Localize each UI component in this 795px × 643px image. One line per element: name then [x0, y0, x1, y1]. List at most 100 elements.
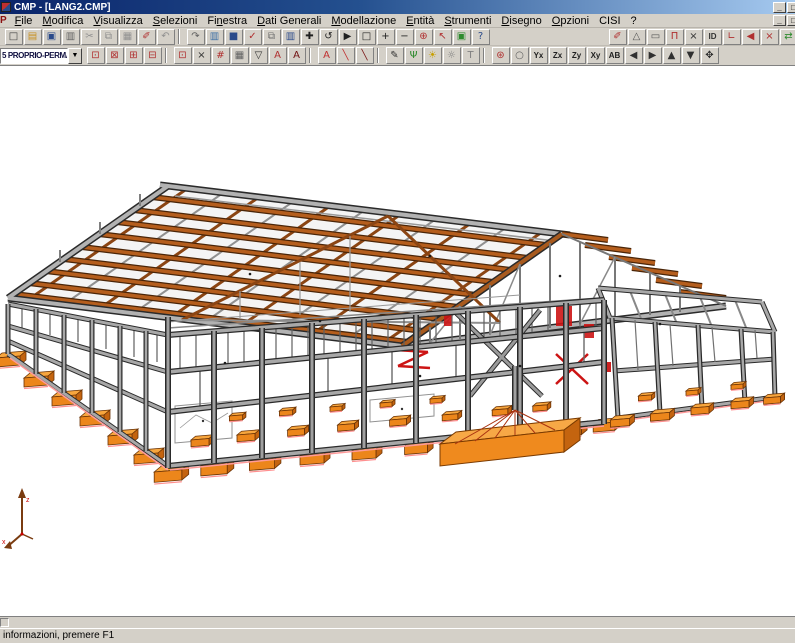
light-off-button[interactable]: ☼	[443, 47, 461, 64]
select-window-button[interactable]: ⊞	[125, 47, 143, 64]
mdi-restore-button[interactable]: □	[787, 15, 795, 26]
zoom-window-button[interactable]: ⊕	[415, 29, 433, 45]
local-axes-button[interactable]: ∟	[723, 29, 741, 45]
view-zy-button[interactable]: Zy	[568, 47, 586, 64]
select-by-filter-button[interactable]: #	[212, 47, 230, 64]
select-grid-button[interactable]: ▦	[231, 47, 249, 64]
app-icon	[1, 2, 11, 12]
window-controls: _□	[773, 2, 795, 13]
zoom-selection-button[interactable]: ⊡	[87, 47, 105, 64]
save-file-button[interactable]: ▣	[43, 29, 61, 45]
mdi-minimize-button[interactable]: _	[773, 15, 786, 26]
brace-diagonal-alt-button[interactable]: ╲	[356, 47, 374, 64]
select-labels-icon: A	[274, 50, 281, 61]
select-add-button[interactable]: ⊟	[144, 47, 162, 64]
horizontal-scrollbar[interactable]	[0, 616, 795, 628]
undo-button[interactable]: ↶	[157, 29, 175, 45]
menu-file[interactable]: File	[10, 15, 38, 27]
rotate-view-button[interactable]: ↺	[320, 29, 338, 45]
zoom-in-button[interactable]: +	[377, 29, 395, 45]
view-yx-button[interactable]: Yx	[530, 47, 548, 64]
menu-dati-generali[interactable]: Dati Generali	[252, 15, 326, 27]
scrollbar-cell[interactable]	[0, 618, 9, 627]
zoom-box-icon: ⊠	[110, 50, 118, 61]
step-up-button[interactable]: ▲	[663, 47, 681, 64]
menu-entit[interactable]: Entità	[401, 15, 439, 27]
copy-properties-button[interactable]: ⧉	[263, 29, 281, 45]
light-on-button[interactable]: ☀	[424, 47, 442, 64]
select-labels-button[interactable]: A	[269, 47, 287, 64]
delete-entity-button[interactable]: ×	[761, 29, 779, 45]
select-pointer-button[interactable]: ↖	[434, 29, 452, 45]
flip-entity-icon: ◀	[747, 31, 755, 42]
flip-entity-button[interactable]: ◀	[742, 29, 760, 45]
window-maximize-button[interactable]: □	[787, 2, 795, 13]
context-help-button[interactable]: ?	[472, 29, 490, 45]
render-solid-button[interactable]: ■	[225, 29, 243, 45]
check-model-icon: ✓	[248, 31, 256, 42]
window-minimize-button[interactable]: _	[773, 2, 786, 13]
rotate-model-button[interactable]: ⊛	[492, 47, 510, 64]
show-loads-button[interactable]: Ψ	[405, 47, 423, 64]
new-document-button[interactable]: □	[5, 29, 23, 45]
copy-button[interactable]: ⧉	[100, 29, 118, 45]
draw-pencil-button[interactable]: ✐	[609, 29, 627, 45]
format-brush-button[interactable]: ✐	[138, 29, 156, 45]
redo-button[interactable]: ↷	[187, 29, 205, 45]
print-button[interactable]: ▥	[62, 29, 80, 45]
select-labels-alt-button[interactable]: A	[288, 47, 306, 64]
menu-finestra[interactable]: Finestra	[202, 15, 252, 27]
regen-view-button[interactable]: ▣	[453, 29, 471, 45]
load-case-combo[interactable]: 5 PROPRIO-PERMANENTE ▼	[0, 48, 82, 64]
hide-text-button[interactable]: T	[462, 47, 480, 64]
menu-opzioni[interactable]: Opzioni	[547, 15, 594, 27]
view-xy-button[interactable]: Xy	[587, 47, 605, 64]
deselect-all-button[interactable]: ×	[193, 47, 211, 64]
open-folder-button[interactable]: ▤	[24, 29, 42, 45]
menu-modellazione[interactable]: Modellazione	[326, 15, 401, 27]
edit-geometry-button[interactable]: ✎	[386, 47, 404, 64]
print-preview-button[interactable]: ▥	[206, 29, 224, 45]
menu-visualizza[interactable]: Visualizza	[88, 15, 147, 27]
menu-selezioni[interactable]: Selezioni	[148, 15, 203, 27]
entity-id-button[interactable]: ID	[704, 29, 722, 45]
menu-help[interactable]: ?	[626, 15, 642, 27]
next-view-button[interactable]: ▶	[644, 47, 662, 64]
mirror-entity-button[interactable]: ⇄	[780, 29, 795, 45]
format-brush-icon: ✐	[142, 31, 150, 42]
toolbar-separator	[165, 48, 167, 63]
select-labels-alt-icon: A	[293, 50, 300, 61]
pan-hand-button[interactable]: ✥	[701, 47, 719, 64]
draw-plate-button[interactable]: Π	[666, 29, 684, 45]
pan-view-button[interactable]: ✚	[301, 29, 319, 45]
brace-diagonal-button[interactable]: ╲	[337, 47, 355, 64]
draw-truss-button[interactable]: △	[628, 29, 646, 45]
select-single-button[interactable]: ⊡	[174, 47, 192, 64]
menu-strumenti[interactable]: Strumenti	[439, 15, 496, 27]
menu-cisi[interactable]: CISI	[594, 15, 625, 27]
mdi-window-controls: _□	[773, 15, 795, 26]
split-view-button[interactable]: ▥	[282, 29, 300, 45]
view-zx-button[interactable]: Zx	[549, 47, 567, 64]
zoom-out-button[interactable]: −	[396, 29, 414, 45]
copy-icon: ⧉	[105, 31, 112, 42]
menu-disegno[interactable]: Disegno	[496, 15, 546, 27]
snap-tool-button[interactable]: ×	[685, 29, 703, 45]
zoom-extents-button[interactable]: □	[358, 29, 376, 45]
step-down-button[interactable]: ▼	[682, 47, 700, 64]
combo-dropdown-arrow-icon[interactable]: ▼	[68, 48, 82, 64]
filter-entities-button[interactable]: ▽	[250, 47, 268, 64]
view-axon-button[interactable]: AB	[606, 47, 624, 64]
draw-shell-button[interactable]: ▭	[647, 29, 665, 45]
menu-modifica[interactable]: Modifica	[37, 15, 88, 27]
model-viewport[interactable]: z x	[0, 66, 795, 616]
paste-button[interactable]: ▦	[119, 29, 137, 45]
zoom-box-button[interactable]: ⊠	[106, 47, 124, 64]
check-model-button[interactable]: ✓	[244, 29, 262, 45]
toolbar-group: ↷▥■✓⧉▥✚↺▶□+−⊕↖▣?	[185, 29, 491, 45]
previous-view-button[interactable]: ◀	[625, 47, 643, 64]
dynamic-zoom-button[interactable]: ▶	[339, 29, 357, 45]
cut-button[interactable]: ✂	[81, 29, 99, 45]
annotate-style-button[interactable]: A	[318, 47, 336, 64]
orbit-view-button[interactable]: ○	[511, 47, 529, 64]
